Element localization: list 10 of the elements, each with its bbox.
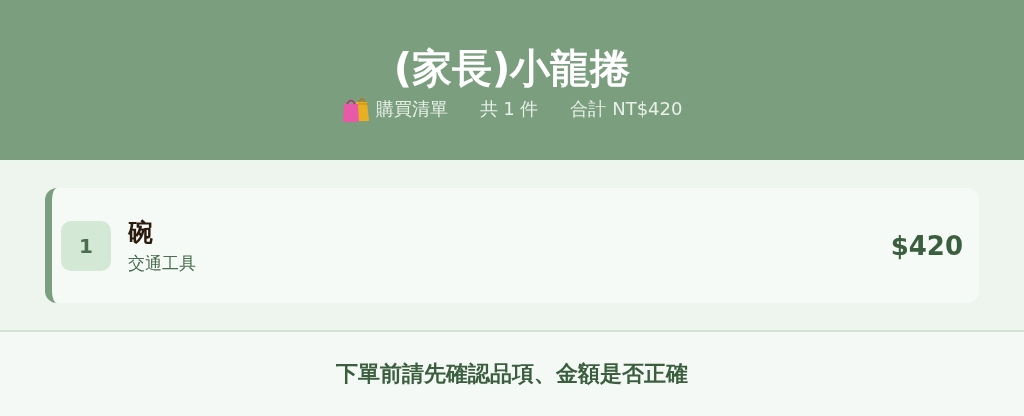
item-category: 交通工具 [128, 251, 197, 275]
page-title: (家長)小龍捲 [393, 44, 631, 93]
item-price: $420 [890, 230, 963, 261]
total-amount: 合計 NT$420 [570, 97, 683, 121]
list-label: 購買清單 [375, 97, 448, 121]
shopping-bags-icon [341, 96, 370, 122]
notice-text: 下單前請先確認品項、金額是否正確 [336, 360, 688, 388]
item-number: 1 [61, 220, 111, 271]
item-count: 共 1 件 [479, 97, 539, 121]
item-name: 碗 [128, 216, 154, 249]
